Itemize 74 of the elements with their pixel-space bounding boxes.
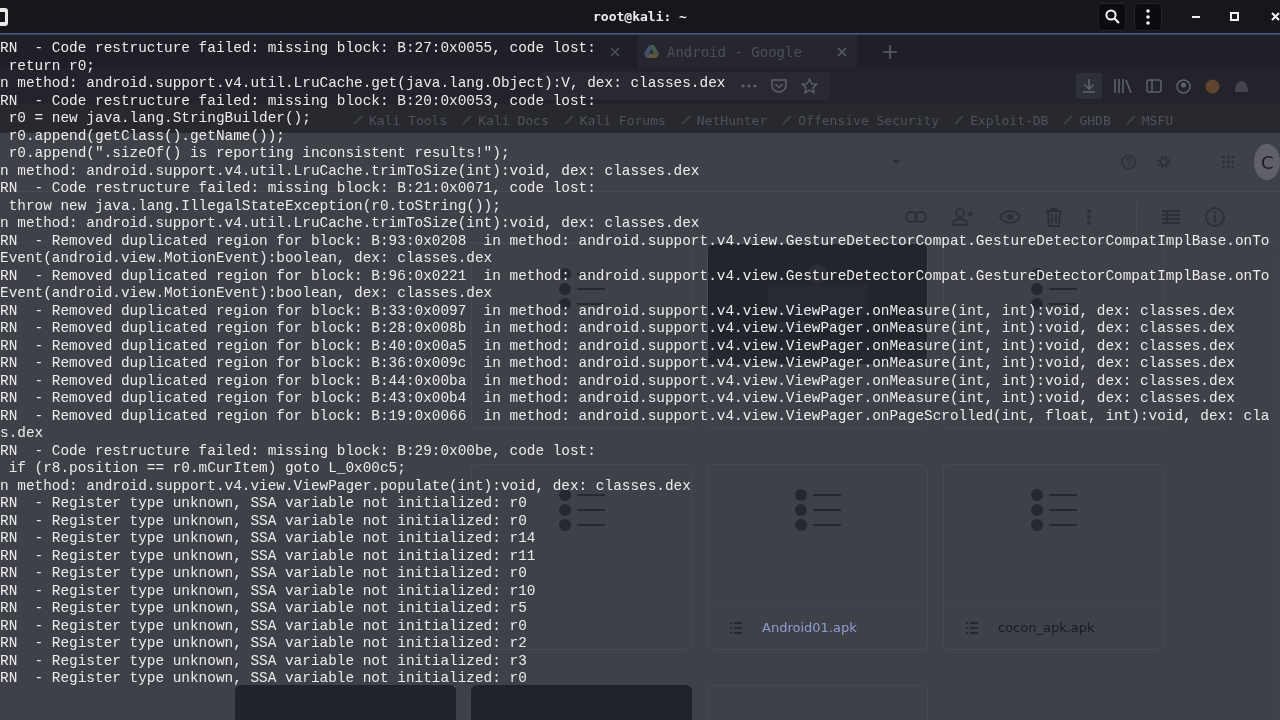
terminal-line: n method: android.support.v4.util.LruCache.trimToSize(int):void, dex: classes.dex [0,215,700,233]
terminal-line: n method: android.support.v4.util.LruCache.trimToSize(int):void, dex: classes.dex [0,162,700,180]
new-tab-icon[interactable] [883,44,897,59]
terminal-line: RN - Removed duplicated region for block: B:93:0x0208 in method: android.support.v4.view.GestureDetectorCompat.GestureDetectorCompatImplBase.onTo [0,232,1270,250]
terminal-line: RN - Register type unknown, SSA variable not initialized: r0 [0,670,527,688]
terminal-line: RN - Removed duplicated region for block: B:28:0x008b in method: android.support.v4.view.ViewPager.onMeasure(int, int):void, dex: classes.dex [0,320,1235,338]
file-type-icon [730,621,742,634]
terminal-line: RN - Removed duplicated region for block: B:33:0x0097 in method: android.support.v4.view.ViewPager.onMeasure(int, int):void, dex: classes.dex [0,302,1235,320]
terminal-line: r0 = new java.lang.StringBuilder(); [7,110,311,128]
close-tab-icon[interactable] [837,46,847,57]
bookmark-icon [562,114,575,126]
document-icon [1030,489,1077,531]
terminal-line: return r0; [7,57,95,75]
menu-button[interactable] [1134,2,1162,31]
terminal-line: RN - Register type unknown, SSA variable not initialized: r0 [0,617,527,635]
terminal-line: RN - Removed duplicated region for block: B:44:0x00ba in method: android.support.v4.view.ViewPager.onMeasure(int, int):void, dex: classes.dex [0,372,1235,390]
terminal-line: n method: android.support.v4.view.ViewPager.populate(int):void, dex: classes.dex [0,477,691,495]
extension-icon[interactable] [1205,78,1220,94]
search-icon [1104,9,1120,24]
library-icon[interactable] [1114,79,1132,93]
terminal-line: RN - Code restructure failed: missing block: B:20:0x0053, code lost: [0,92,596,110]
terminal-line: Event(android.view.MotionEvent):boolean, dex: classes.dex [0,250,493,268]
search-button[interactable] [1098,2,1126,31]
menu-icon [1146,8,1150,25]
close-icon[interactable] [1271,12,1280,21]
bookmark-icon [781,114,794,126]
terminal-line: RN - Register type unknown, SSA variable not initialized: r2 [0,635,527,653]
terminal-line: RN - Register type unknown, SSA variable not initialized: r10 [0,582,536,600]
more-icon[interactable] [741,84,757,88]
file-card[interactable]: Android01.apk [707,464,928,650]
terminal-line: s.dex [0,425,44,443]
minimize-icon[interactable] [1192,15,1200,18]
terminal-line: r0.append(getClass().getName()); [7,127,285,145]
terminal-line: RN - Removed duplicated region for block: B:96:0x0221 in method: android.support.v4.view.GestureDetectorCompat.GestureDetectorCompatImplBase.onTo [0,267,1270,285]
bookmark-icon [953,114,966,126]
terminal-line: RN - Code restructure failed: missing block: B:29:0x00be, code lost: [0,442,596,460]
close-tab-icon[interactable] [610,46,620,57]
window-title: root@kali: ~ [593,9,687,24]
account-icon[interactable] [1176,78,1191,94]
terminal-line: RN - Register type unknown, SSA variable not initialized: r3 [0,652,527,670]
bookmark-icon [461,114,474,126]
file-type-icon [966,621,978,634]
terminal-line: Event(android.view.MotionEvent):boolean, dex: classes.dex [0,285,493,303]
extension-icon[interactable] [1234,78,1249,94]
terminal-line: if (r8.position == r0.mCurItem) goto L_0x00c5; [7,460,406,478]
pocket-icon[interactable] [771,78,787,94]
terminal-line: RN - Removed duplicated region for block: B:43:0x00b4 in method: android.support.v4.view.ViewPager.onMeasure(int, int):void, dex: classes.dex [0,390,1235,408]
document-icon [794,489,841,531]
bookmark-icon [352,114,364,126]
bookmark-icon [1062,114,1075,126]
terminal-line: RN - Register type unknown, SSA variable not initialized: r0 [0,565,527,583]
terminal-line: r0.append(".sizeOf() is reporting inconsistent results!"); [7,145,510,163]
document-icon [558,489,605,531]
terminal-line: RN - Removed duplicated region for block: B:36:0x009c in method: android.support.v4.view.ViewPager.onMeasure(int, int):void, dex: classes.dex [0,355,1235,373]
maximize-icon[interactable] [1230,12,1239,21]
star-icon[interactable] [801,78,818,94]
bookmark-icon [1124,114,1137,126]
terminal-line: RN - Removed duplicated region for block: B:19:0x0066 in method: android.support.v4.view.ViewPager.onPageScrolled(int, float, int):void, dex: cla [0,407,1270,425]
terminal-line: throw new java.lang.IllegalStateException(r0.toString()); [7,197,501,215]
terminal-line: RN - Register type unknown, SSA variable not initialized: r5 [0,600,527,618]
file-name: Android01.apk [762,620,857,635]
terminal-line: RN - Code restructure failed: missing block: B:27:0x0055, code lost: [0,40,596,58]
terminal-line: RN - Register type unknown, SSA variable not initialized: r0 [0,512,527,530]
terminal-line: RN - Code restructure failed: missing block: B:21:0x0071, code lost: [0,180,596,198]
download-icon[interactable] [1076,73,1102,99]
sidebar-icon[interactable] [1146,79,1162,93]
terminal-line: RN - Register type unknown, SSA variable not initialized: r11 [0,547,536,565]
bookmark-icon [679,114,692,126]
terminal-line: RN - Register type unknown, SSA variable not initialized: r0 [0,495,527,513]
avatar[interactable]: C [1254,144,1280,180]
terminal-line: RN - Removed duplicated region for block: B:40:0x00a5 in method: android.support.v4.view.ViewPager.onMeasure(int, int):void, dex: classes.dex [0,337,1235,355]
terminal-line: RN - Register type unknown, SSA variable not initialized: r14 [0,530,536,548]
terminal-line: n method: android.support.v4.util.LruCache.get(java.lang.Object):V, dex: classes.dex [0,75,726,93]
drive-icon [644,45,659,58]
